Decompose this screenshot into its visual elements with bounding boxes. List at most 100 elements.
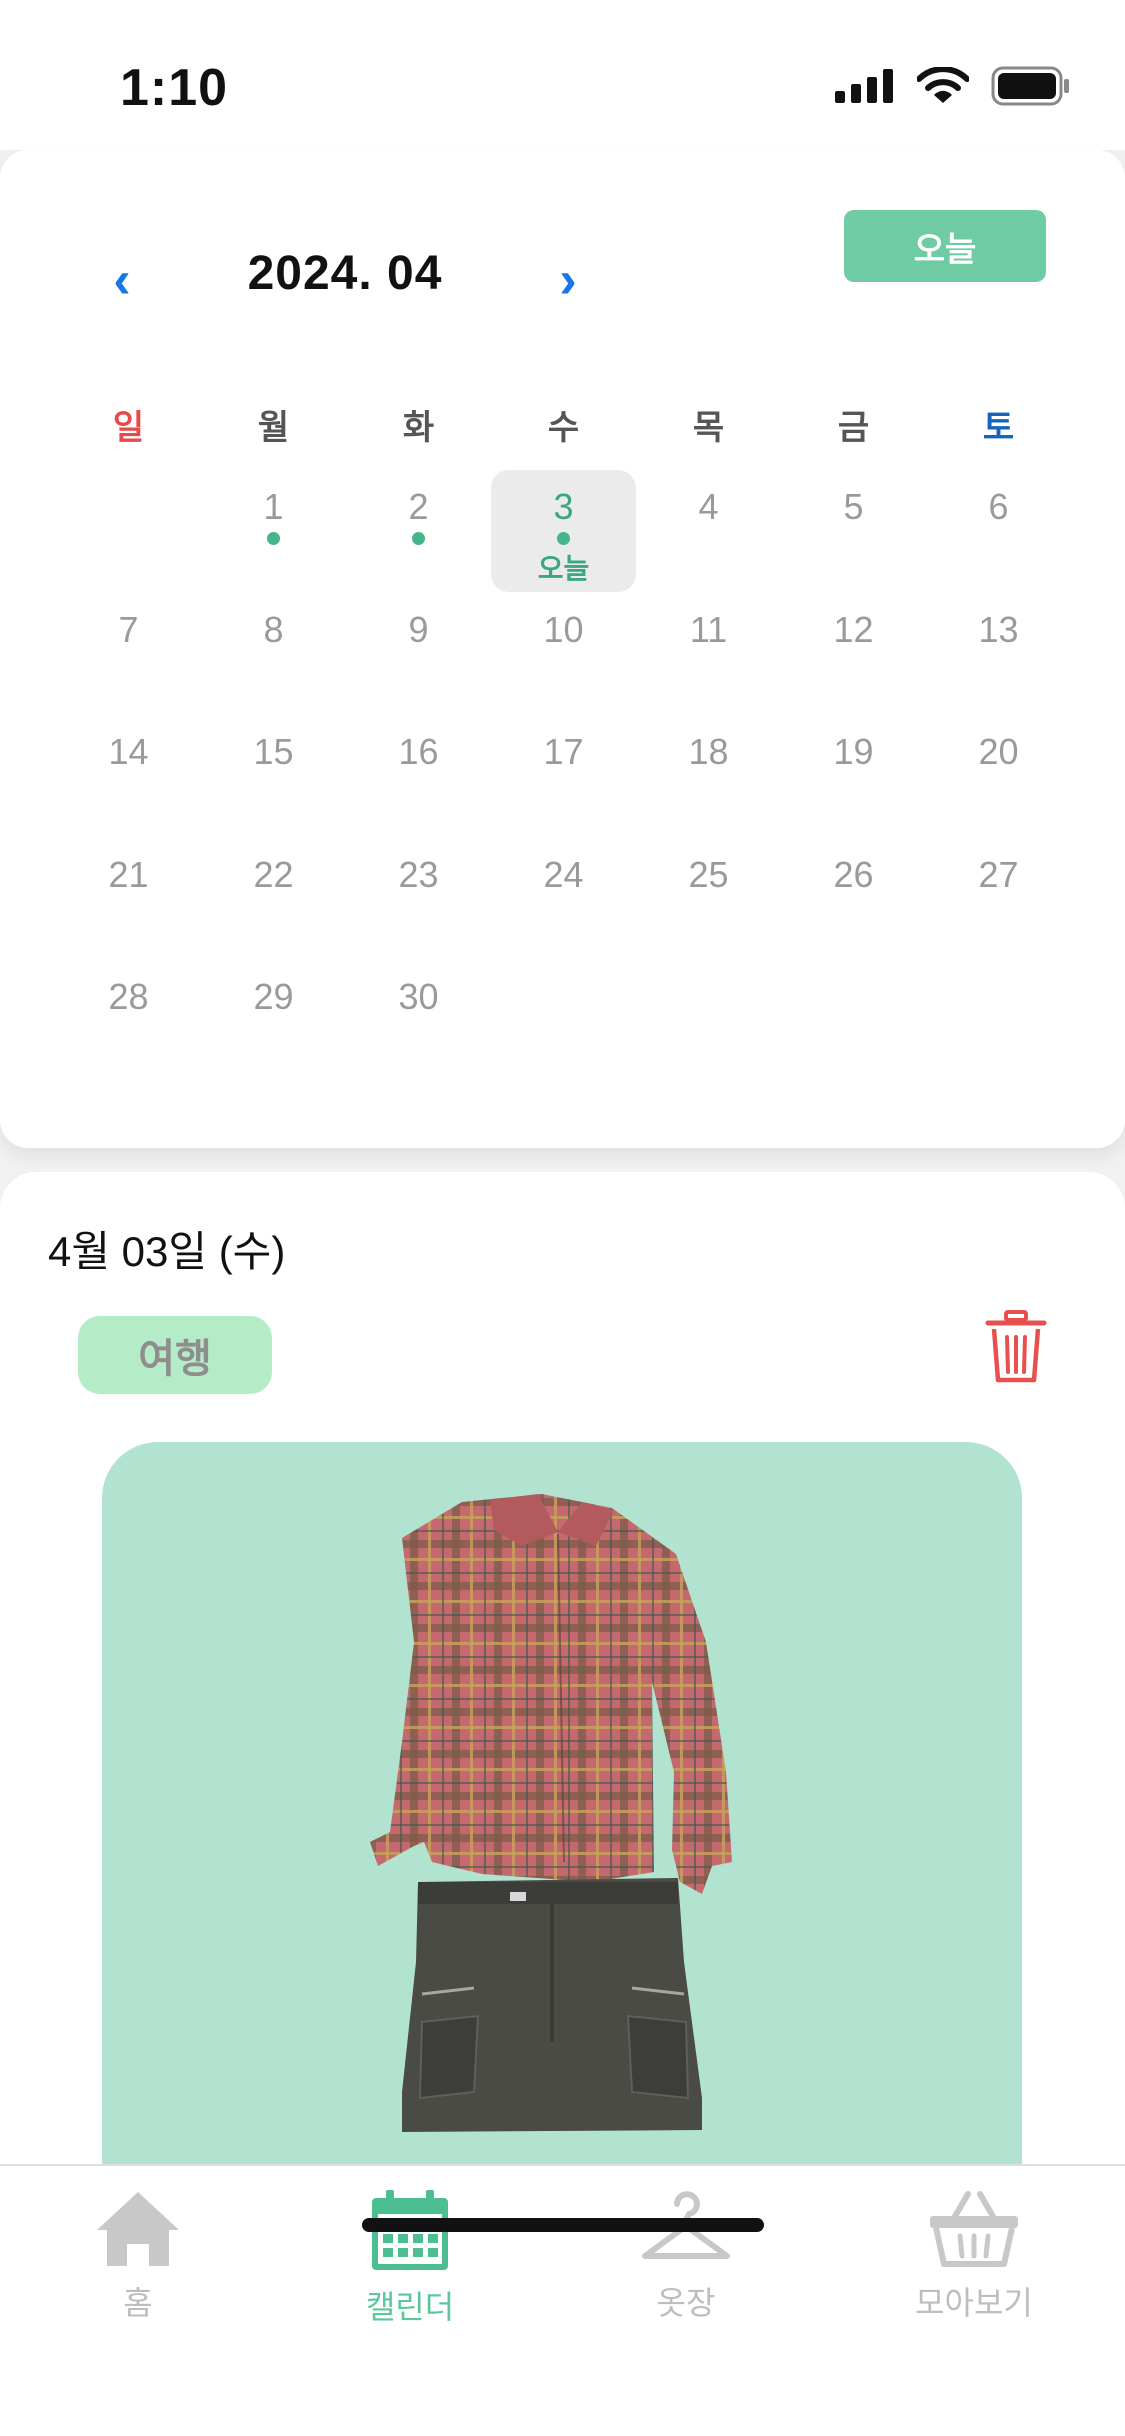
calendar-card: ‹ 2024. 04 › 오늘 일월화수목금토 1 2 3 오늘 4 5 6 7 8 9 10 11 1… [0,150,1125,1148]
day-number: 3 [553,486,574,527]
tab-label-calendar: 캘린더 [365,2289,455,2325]
home-indicator [362,2218,764,2232]
tab-home[interactable]: 홈 [38,2188,238,2368]
calendar-day[interactable]: 25 [636,838,781,960]
calendar-days-grid: 1 2 3 오늘 4 5 6 7 8 9 10 11 12 13 14 15 16 17 18 19 20 21 22 23 2… [0,470,1125,1090]
entry-dot-indicator [557,532,570,545]
calendar-day[interactable]: 28 [56,960,201,1082]
day-number: 28 [108,976,149,1017]
day-number: 29 [253,976,294,1017]
status-icons [835,66,1071,106]
tab-calendar[interactable]: 캘린더 [310,2188,510,2368]
day-detail-card: 4월 03일 (수) 여행 [0,1172,1125,2272]
day-number: 15 [253,731,294,772]
calendar-day[interactable]: 9 [346,593,491,715]
day-number: 23 [398,853,439,895]
bottom-tab-bar: 홈 캘린더 옷장 모아보기 [0,2164,1125,2436]
calendar-day[interactable]: 7 [56,593,201,715]
cargo-skirt-image [402,1878,702,2132]
selected-date-label: 4월 03일 (수) [48,1228,286,1275]
day-number: 17 [543,731,584,772]
calendar-day[interactable]: 22 [201,838,346,960]
calendar-day[interactable]: 8 [201,593,346,715]
chevron-left-icon: ‹ [113,251,131,309]
day-number: 7 [118,608,139,650]
day-number: 27 [978,853,1019,895]
day-number: 30 [398,976,439,1017]
plaid-shirt-image [370,1494,732,1894]
tab-closet[interactable]: 옷장 [586,2188,786,2368]
day-number: 4 [698,486,719,527]
weekday-label: 목 [692,409,725,447]
day-number: 1 [263,486,284,527]
calendar-day[interactable]: 10 [491,593,636,715]
calendar-day[interactable]: 4 [636,470,781,592]
day-number: 19 [833,731,874,772]
day-number: 5 [843,486,864,527]
basket-icon [930,2191,1018,2267]
previous-month-button[interactable]: ‹ [92,250,152,310]
month-title: 2024. 04 [247,247,443,300]
app-screen: 1:10 ‹ 2024. 04 › 오늘 일 월 화 수 목 금 토 1 2 3… [0,0,1125,2436]
calendar-day[interactable]: 21 [56,838,201,960]
day-number: 9 [408,608,429,650]
home-icon [97,2192,179,2266]
calendar-day[interactable]: 24 [491,838,636,960]
calendar-day[interactable]: 16 [346,715,491,837]
weekday-label: 수 [547,409,580,447]
calendar-day[interactable]: 12 [781,593,926,715]
today-button[interactable]: 오늘 [844,210,1046,282]
calendar-day[interactable]: 5 [781,470,926,592]
entry-dot-indicator [267,532,280,545]
tab-collection[interactable]: 모아보기 [874,2188,1074,2368]
day-number: 21 [108,853,149,895]
calendar-day[interactable]: 1 [201,470,346,592]
calendar-day[interactable]: 13 [926,593,1071,715]
day-number: 6 [988,486,1009,527]
calendar-day[interactable]: 20 [926,715,1071,837]
calendar-day[interactable]: 29 [201,960,346,1082]
outfit-panel[interactable] [102,1442,1022,2202]
calendar-day[interactable]: 15 [201,715,346,837]
weekday-header-row: 일월화수목금토 [0,400,1125,460]
calendar-day[interactable]: 27 [926,838,1071,960]
entry-dot-indicator [412,532,425,545]
day-number: 16 [398,731,439,772]
calendar-day[interactable]: 17 [491,715,636,837]
day-number: 20 [978,731,1019,772]
calendar-day[interactable]: 2 [346,470,491,592]
battery-icon [991,66,1069,106]
day-number: 18 [688,731,729,772]
weekday-label: 월 [257,409,290,447]
calendar-day[interactable]: 30 [346,960,491,1082]
cellular-signal-icon [835,69,893,103]
day-number: 13 [978,608,1019,650]
calendar-day[interactable]: 3 오늘 [491,470,636,592]
day-number: 8 [263,608,284,650]
day-number: 25 [688,853,729,895]
tab-label-closet: 옷장 [656,2285,716,2321]
day-number: 2 [408,486,429,527]
status-time: 1:10 [120,59,229,117]
weekday-label: 토 [982,409,1015,447]
tag-chip[interactable]: 여행 [78,1316,272,1394]
day-number: 11 [689,608,728,650]
calendar-day[interactable]: 11 [636,593,781,715]
weekday-label: 화 [402,409,435,447]
calendar-day[interactable]: 14 [56,715,201,837]
status-bar: 1:10 [0,0,1125,150]
calendar-day[interactable]: 18 [636,715,781,837]
delete-button[interactable] [984,1310,1048,1384]
weekday-label: 금 [837,409,870,447]
calendar-day[interactable]: 23 [346,838,491,960]
day-number: 26 [833,853,874,895]
calendar-day[interactable]: 6 [926,470,1071,592]
calendar-day[interactable]: 26 [781,838,926,960]
next-month-button[interactable]: › [538,250,598,310]
calendar-day[interactable]: 19 [781,715,926,837]
wifi-icon [917,67,969,103]
today-marker-label: 오늘 [537,553,590,584]
weekday-label: 일 [112,409,145,447]
day-number: 10 [543,608,584,650]
trash-icon [985,1310,1047,1383]
